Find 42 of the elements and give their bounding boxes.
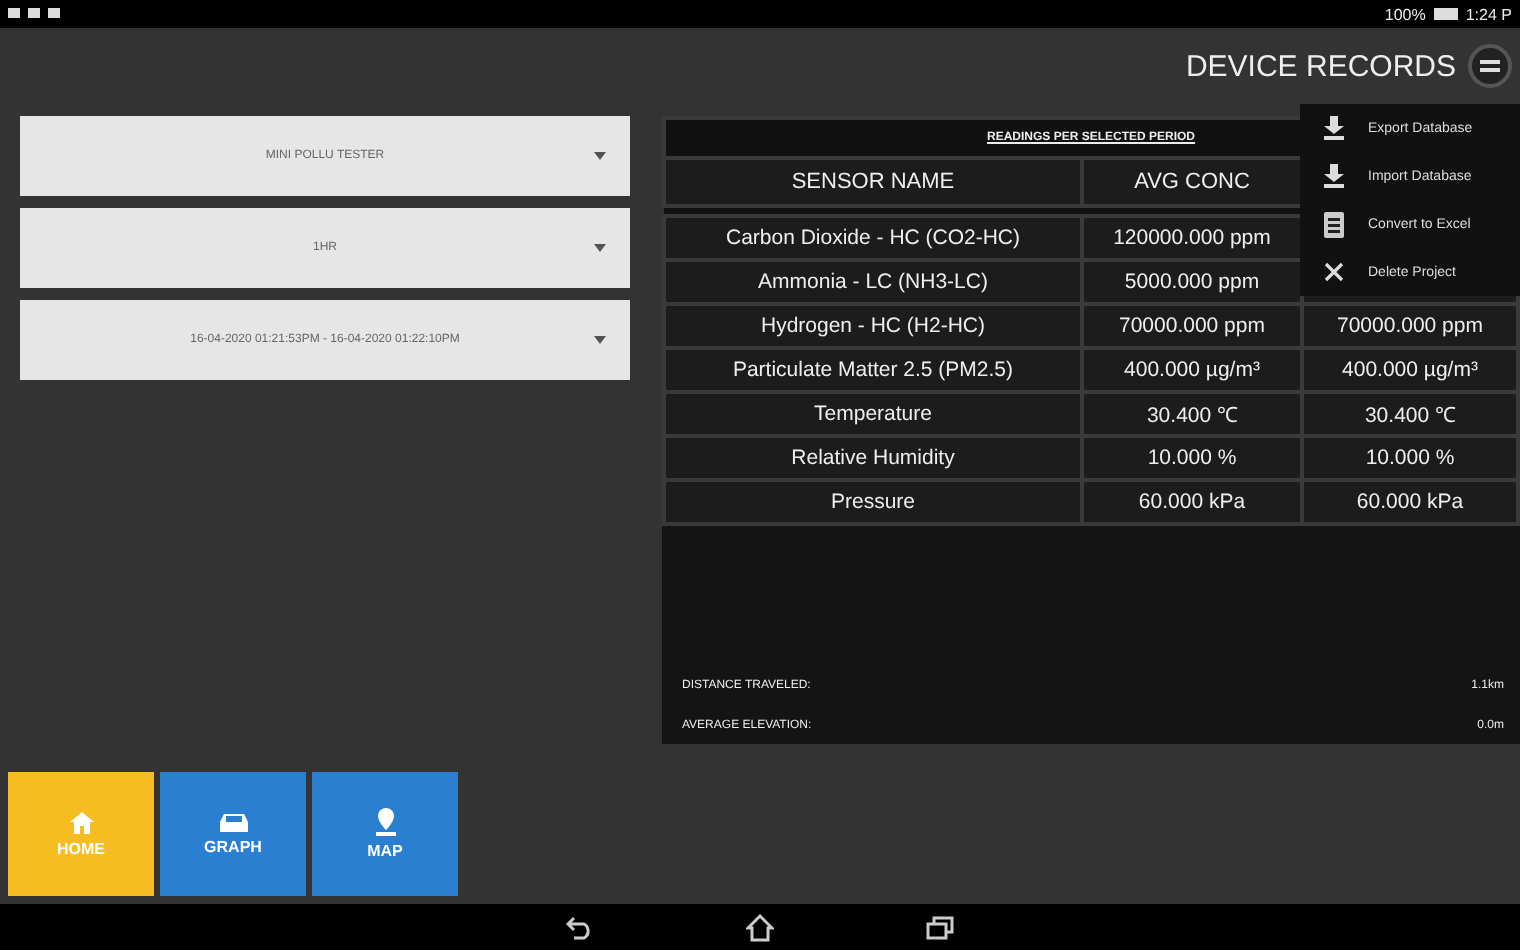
- spreadsheet-icon: [1324, 211, 1344, 237]
- table-cell: Ammonia - LC (NH3-LC): [664, 260, 1082, 304]
- close-icon: [1324, 262, 1344, 282]
- nav-tab[interactable]: MAP: [312, 772, 458, 896]
- menu-button[interactable]: [1468, 44, 1512, 88]
- table-cell: 5000.000 ppm: [1082, 260, 1302, 304]
- battery-icon: [1433, 8, 1458, 20]
- download-icon: [1324, 116, 1344, 140]
- column-header: AVG CONC: [1082, 158, 1302, 206]
- table-cell: 60.000 kPa: [1302, 480, 1518, 524]
- table-cell: 10.000 %: [1082, 436, 1302, 480]
- back-icon[interactable]: [566, 915, 594, 939]
- location-pin-icon: [375, 808, 395, 836]
- table-cell: Pressure: [664, 480, 1082, 524]
- table-cell: Carbon Dioxide - HC (CO2-HC): [664, 216, 1082, 260]
- table-cell: 60.000 kPa: [1082, 480, 1302, 524]
- caret-icon: [594, 244, 606, 252]
- table-cell: 400.000 µg/m³: [1082, 348, 1302, 392]
- clock: 1:24 P: [1465, 5, 1512, 23]
- table-cell: 120000.000 ppm: [1082, 216, 1302, 260]
- table-cell: Particulate Matter 2.5 (PM2.5): [664, 348, 1082, 392]
- caret-icon: [594, 336, 606, 344]
- table-cell: Hydrogen - HC (H2-HC): [664, 304, 1082, 348]
- table-cell: 30.400 ℃: [1302, 392, 1518, 436]
- table-cell: 400.000 µg/m³: [1302, 348, 1518, 392]
- table-cell: 30.400 ℃: [1082, 392, 1302, 436]
- nav-tab[interactable]: GRAPH: [160, 772, 306, 896]
- home-icon[interactable]: [746, 913, 774, 941]
- table-cell: 10.000 %: [1302, 436, 1518, 480]
- table-cell: Relative Humidity: [664, 436, 1082, 480]
- recent-apps-icon[interactable]: [926, 915, 954, 939]
- column-header: SENSOR NAME: [664, 158, 1082, 206]
- page-title: DEVICE RECORDS: [1185, 49, 1456, 83]
- table-cell: 70000.000 ppm: [1082, 304, 1302, 348]
- caret-icon: [594, 152, 606, 160]
- home-icon: [69, 811, 93, 833]
- notification-icons: [8, 8, 60, 20]
- table-cell: Temperature: [664, 392, 1082, 436]
- menu-icon: [1480, 58, 1500, 74]
- battery-level: 100%: [1384, 5, 1426, 23]
- download-icon: [1324, 164, 1344, 188]
- table-cell: 70000.000 ppm: [1302, 304, 1518, 348]
